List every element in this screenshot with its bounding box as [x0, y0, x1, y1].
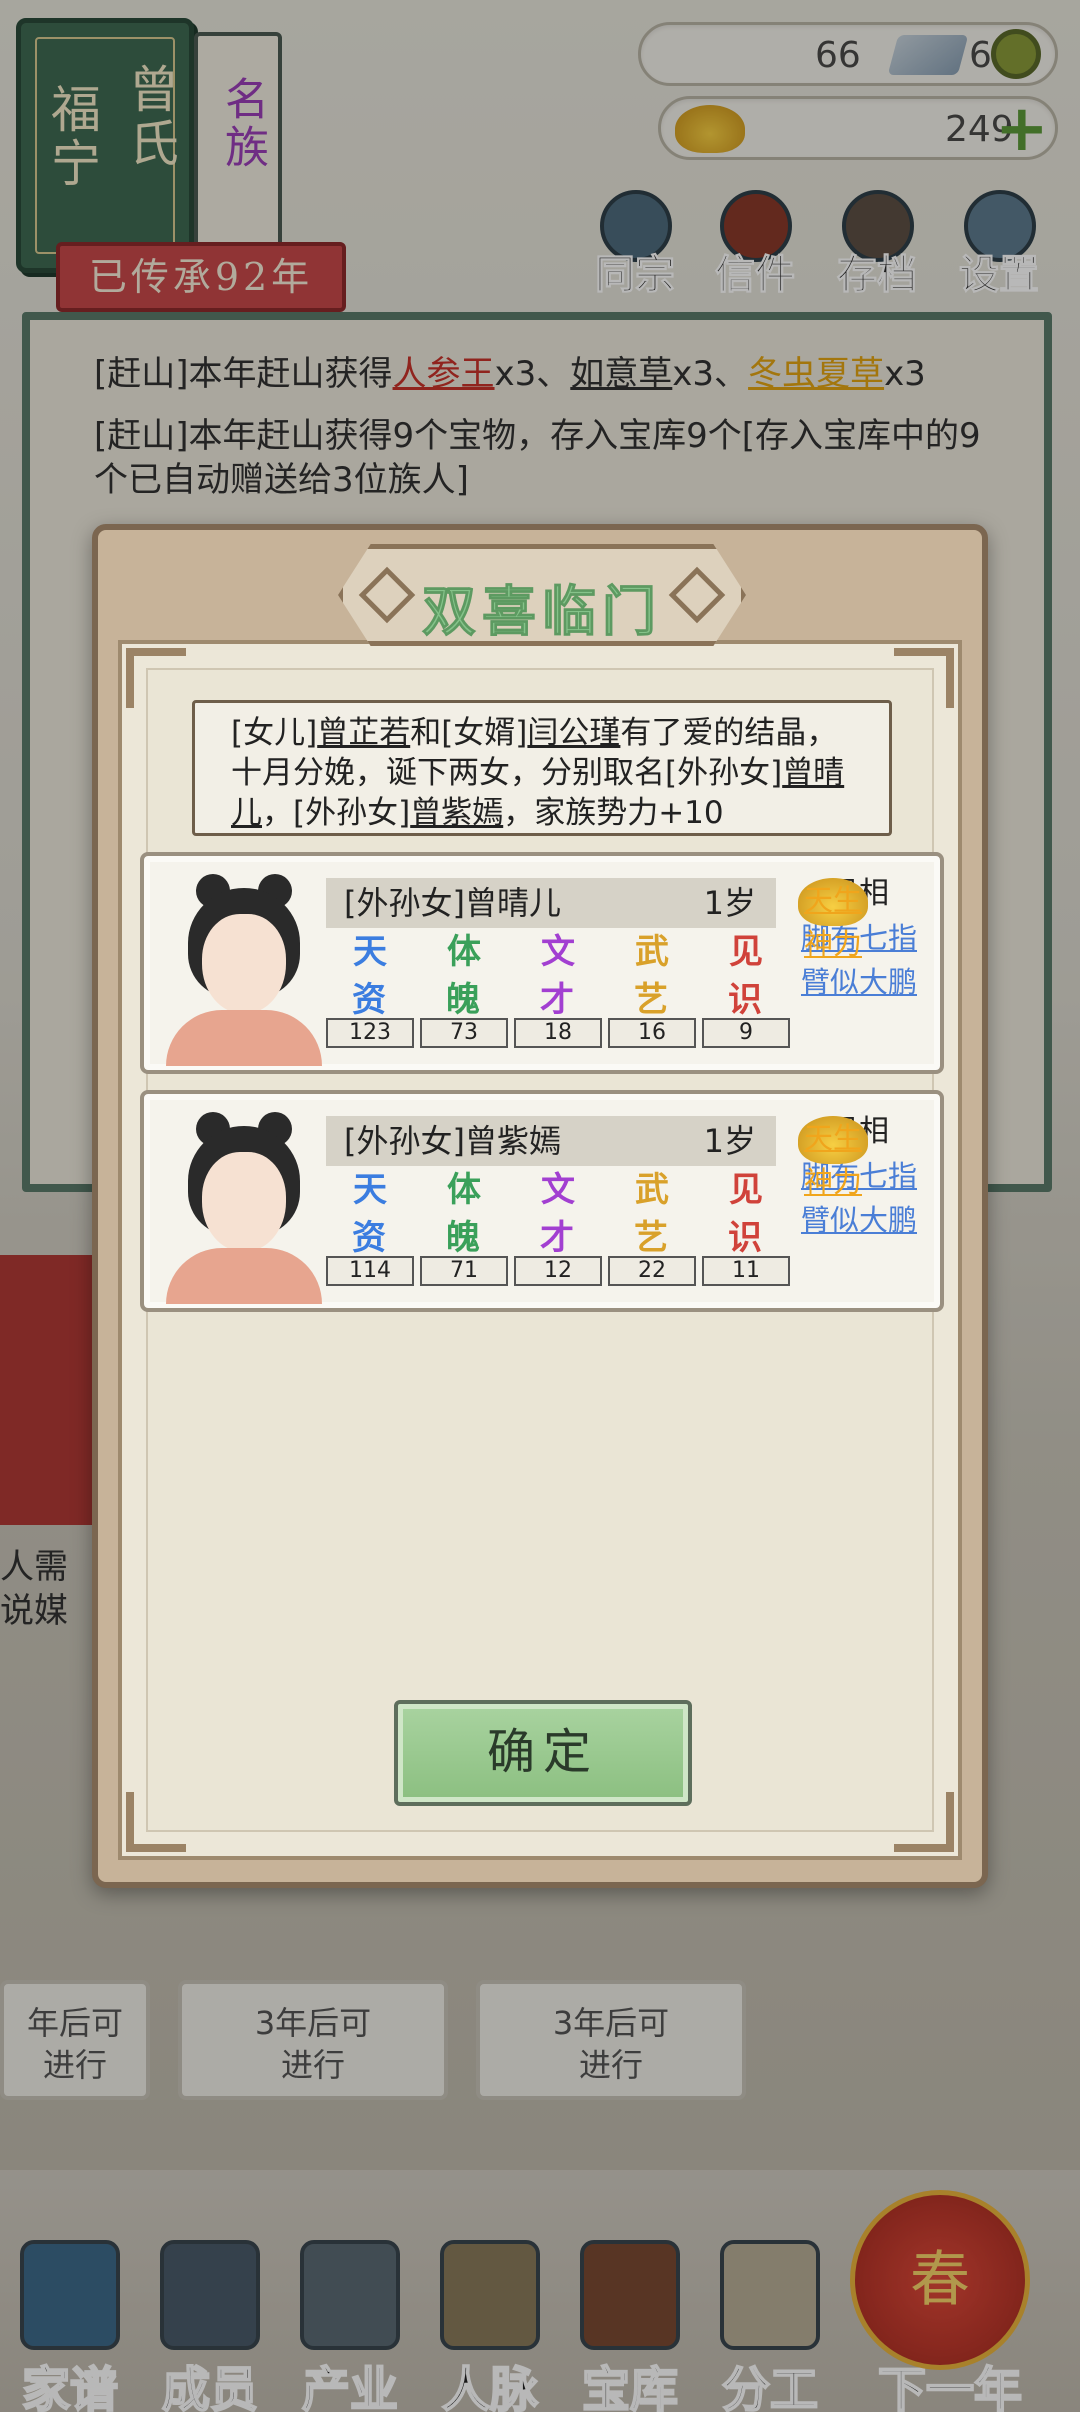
traits-list: 异相 脚有七指 臂似大鹏 天生神力 [784, 1110, 934, 1242]
stat-glyph: 武 [635, 932, 669, 972]
stat-wencai: 文才 12 [514, 1170, 602, 1286]
trait-link[interactable]: 臂似大鹏 [784, 1198, 934, 1242]
double-joy-dialog: 双喜临门 [女儿]曾芷若和[女婿]闫公瑾有了爱的结晶，十月分娩，诞下两女，分别取… [92, 524, 988, 1888]
trait-link[interactable]: 天生神力 [798, 1116, 868, 1199]
stat-value: 9 [702, 1018, 790, 1048]
stat-glyph: 才 [540, 980, 574, 1020]
stat-wuyi: 武艺 22 [608, 1170, 696, 1286]
stat-glyph: 天 [353, 1170, 387, 1210]
corner-ornament [126, 1792, 186, 1852]
stat-glyph: 见 [729, 932, 763, 972]
stat-glyph: 天 [353, 932, 387, 972]
stat-value: 16 [608, 1018, 696, 1048]
stat-value: 114 [326, 1256, 414, 1286]
child-age: 1岁 [703, 1122, 756, 1160]
child-title: [外孙女]曾晴儿 [344, 884, 561, 922]
stat-glyph: 魄 [446, 980, 480, 1020]
stat-glyph: 体 [447, 1170, 481, 1210]
stat-glyph: 才 [540, 1218, 574, 1258]
father-name-link[interactable]: 闫公瑾 [527, 715, 620, 751]
stat-glyph: 艺 [634, 980, 668, 1020]
stat-tianzi: 天资 123 [326, 932, 414, 1048]
stat-jianshi: 见识 11 [702, 1170, 790, 1286]
stat-value: 123 [326, 1018, 414, 1048]
corner-ornament [126, 648, 186, 708]
stat-tipo: 体魄 73 [420, 932, 508, 1048]
stat-value: 73 [420, 1018, 508, 1048]
child-age: 1岁 [703, 884, 756, 922]
child-portrait-avatar [166, 870, 322, 1066]
child-name-bar: [外孙女]曾紫嫣 1岁 [326, 1116, 776, 1166]
trait-link[interactable]: 天生神力 [798, 878, 868, 961]
stat-value: 12 [514, 1256, 602, 1286]
stat-glyph: 文 [541, 1170, 575, 1210]
child-portrait-avatar [166, 1108, 322, 1304]
stat-glyph: 见 [729, 1170, 763, 1210]
child-title: [外孙女]曾紫嫣 [344, 1122, 561, 1160]
stat-glyph: 艺 [634, 1218, 668, 1258]
corner-ornament [894, 1792, 954, 1852]
stat-tianzi: 天资 114 [326, 1170, 414, 1286]
child-name-bar: [外孙女]曾晴儿 1岁 [326, 878, 776, 928]
stat-wencai: 文才 18 [514, 932, 602, 1048]
stat-tipo: 体魄 71 [420, 1170, 508, 1286]
stat-value: 22 [608, 1256, 696, 1286]
stat-value: 18 [514, 1018, 602, 1048]
stat-glyph: 体 [447, 932, 481, 972]
traits-list: 异相 脚有七指 臂似大鹏 天生神力 [784, 872, 934, 1004]
stat-glyph: 资 [352, 980, 386, 1020]
stat-glyph: 资 [352, 1218, 386, 1258]
birth-message: [女儿]曾芷若和[女婿]闫公瑾有了爱的结晶，十月分娩，诞下两女，分别取名[外孙女… [192, 700, 892, 836]
corner-ornament [894, 648, 954, 708]
dialog-title-plate: 双喜临门 [338, 544, 746, 646]
mother-name-link[interactable]: 曾芷若 [317, 715, 410, 751]
stat-glyph: 魄 [446, 1218, 480, 1258]
child-card[interactable]: [外孙女]曾晴儿 1岁 天资 123 体魄 73 文才 18 武艺 16 见识 … [140, 852, 944, 1074]
trait-link[interactable]: 臂似大鹏 [784, 960, 934, 1004]
stat-wuyi: 武艺 16 [608, 932, 696, 1048]
stat-glyph: 识 [728, 980, 762, 1020]
stat-jianshi: 见识 9 [702, 932, 790, 1048]
stat-glyph: 识 [728, 1218, 762, 1258]
stat-glyph: 武 [635, 1170, 669, 1210]
child-card[interactable]: [外孙女]曾紫嫣 1岁 天资 114 体魄 71 文才 12 武艺 22 见识 … [140, 1090, 944, 1312]
confirm-button[interactable]: 确定 [394, 1700, 692, 1806]
stat-value: 71 [420, 1256, 508, 1286]
dialog-title: 双喜临门 [422, 579, 662, 644]
stat-glyph: 文 [541, 932, 575, 972]
child2-name-link[interactable]: 曾紫嫣 [410, 795, 503, 831]
stat-value: 11 [702, 1256, 790, 1286]
